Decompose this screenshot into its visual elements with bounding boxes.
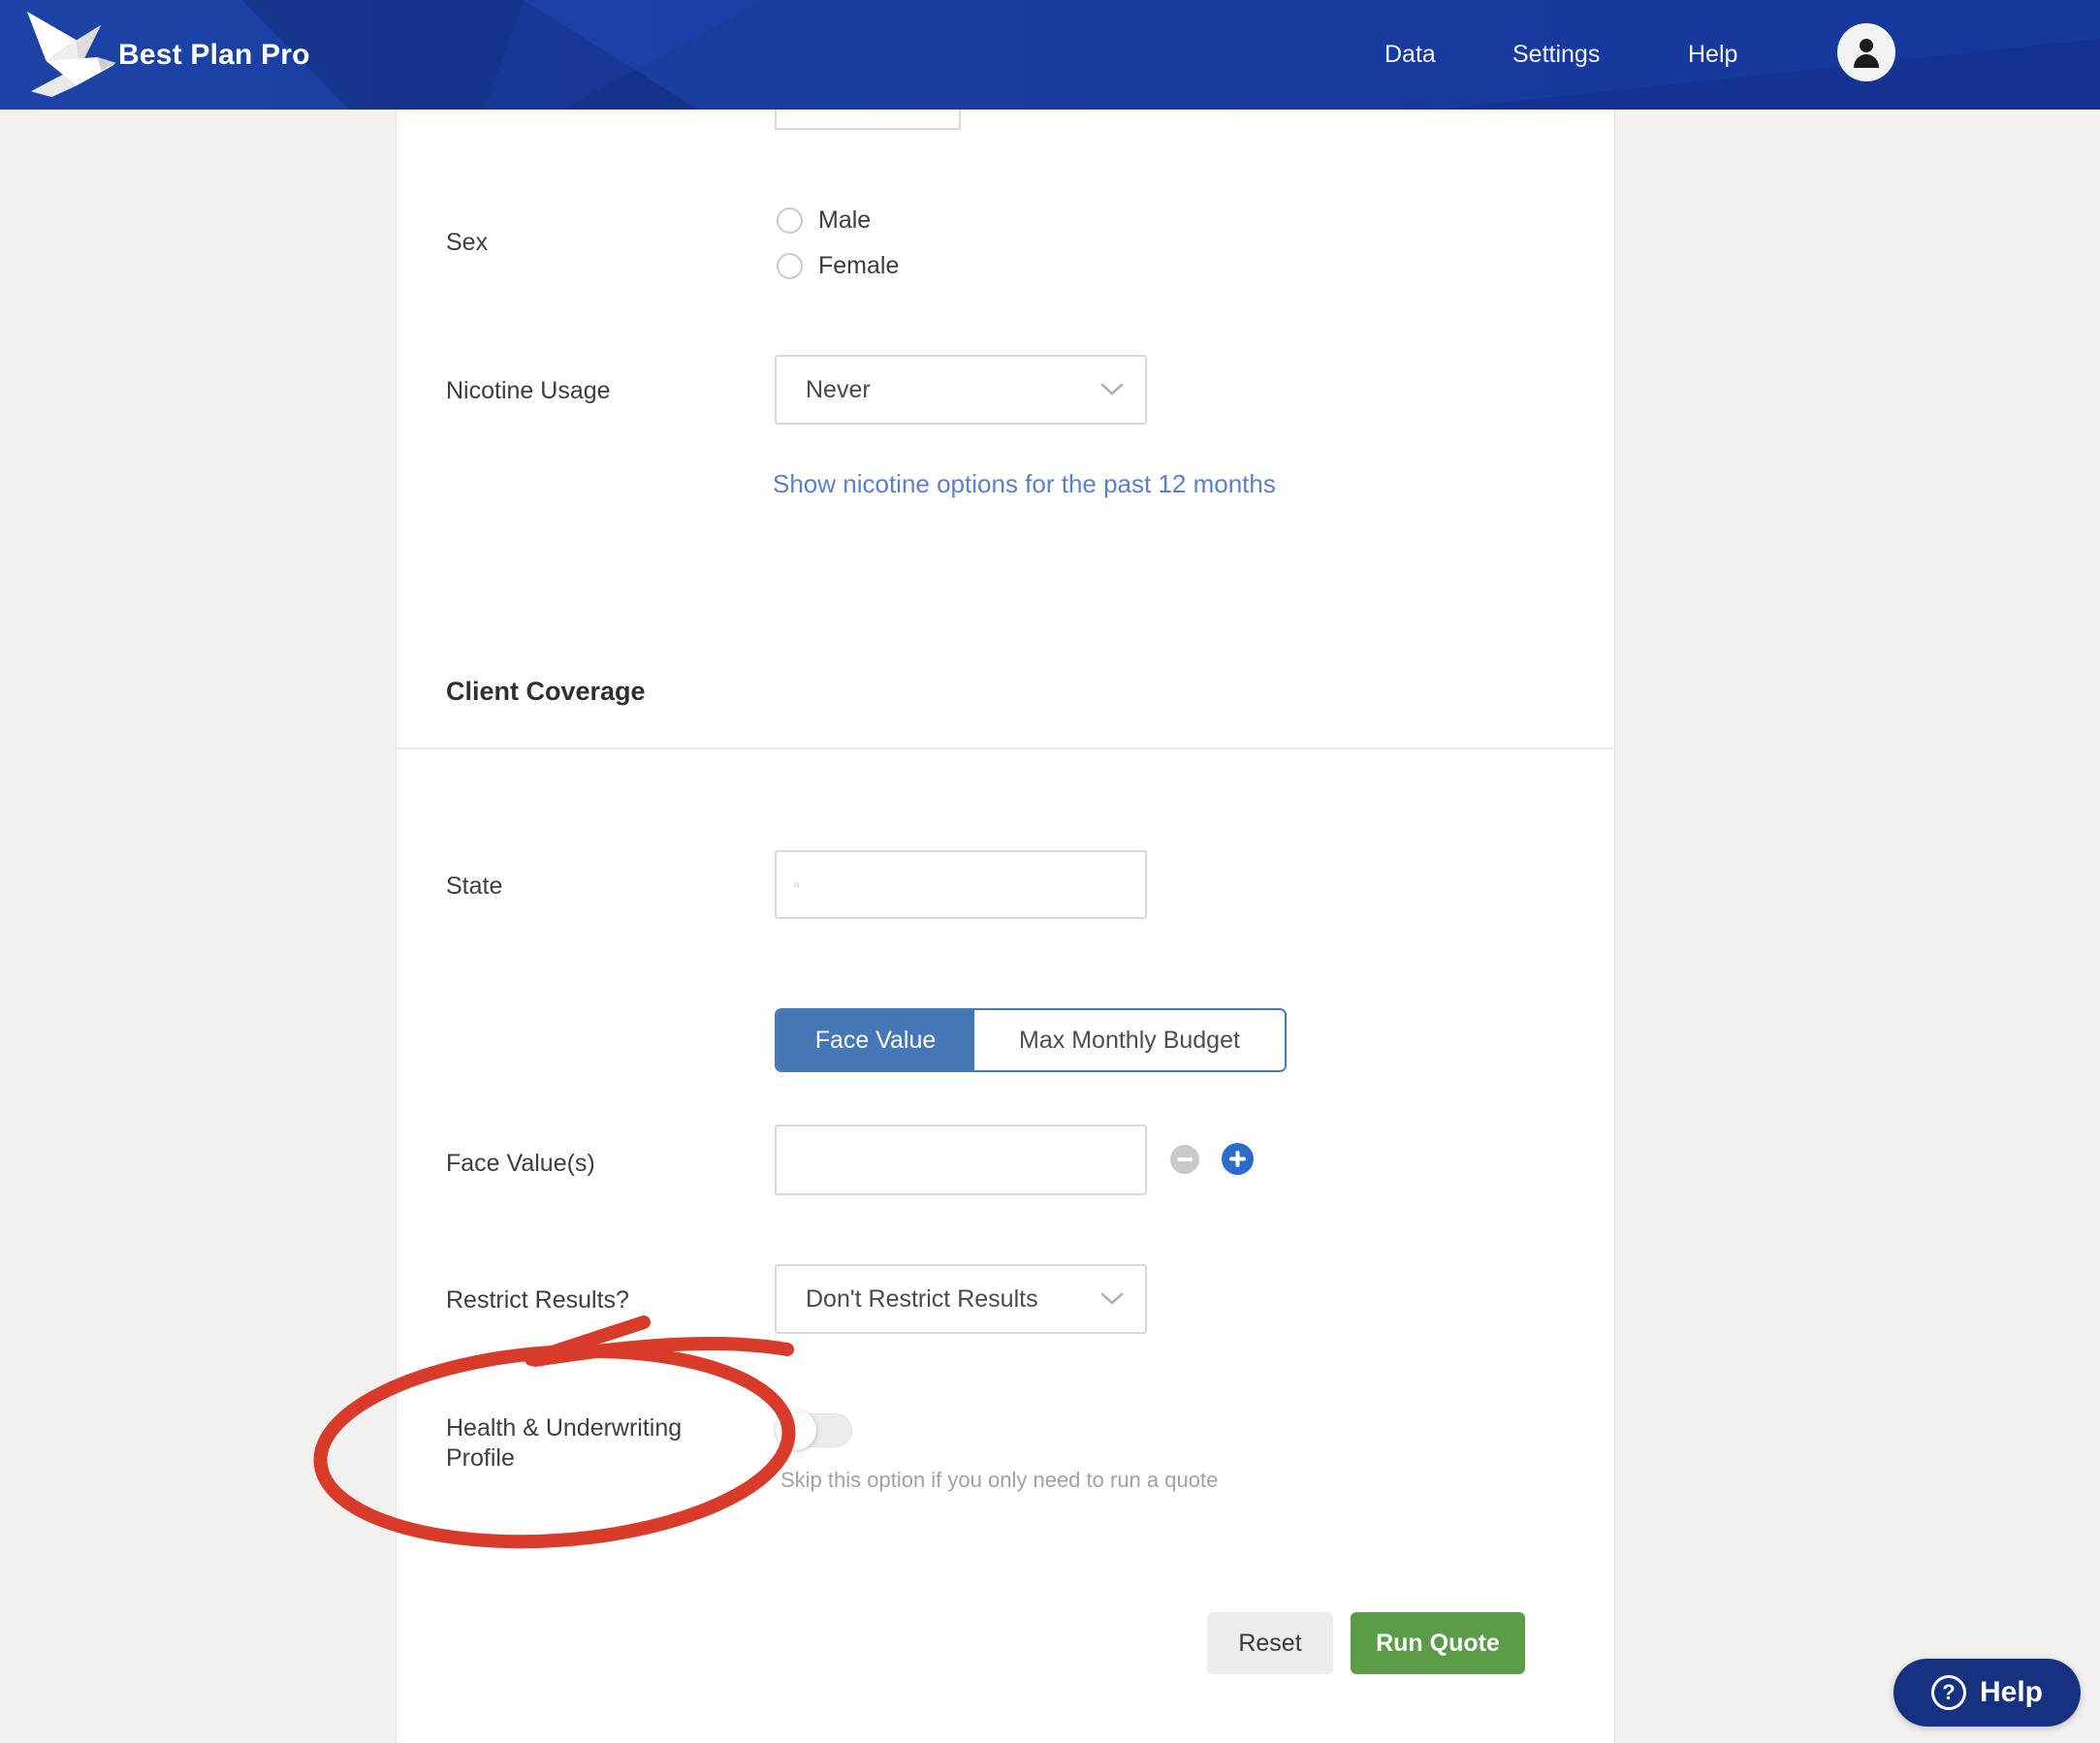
- state-search-field[interactable]: [775, 850, 1147, 919]
- chevron-down-icon: [1100, 1292, 1124, 1305]
- state-label: State: [446, 872, 503, 900]
- nicotine-usage-select[interactable]: Never: [775, 355, 1147, 425]
- reset-button[interactable]: Reset: [1207, 1612, 1333, 1674]
- coverage-mode-tabs: Face Value Max Monthly Budget: [775, 1008, 1287, 1072]
- add-face-value-button[interactable]: [1222, 1143, 1254, 1175]
- toggle-knob[interactable]: [776, 1410, 816, 1450]
- restrict-results-select[interactable]: Don't Restrict Results: [775, 1264, 1147, 1334]
- nav-item-data[interactable]: Data: [1384, 0, 1436, 110]
- nav-item-settings[interactable]: Settings: [1512, 0, 1600, 110]
- partial-input-top[interactable]: [775, 110, 961, 130]
- top-navbar: Best Plan Pro Data Settings Help: [0, 0, 2100, 110]
- nav-item-help[interactable]: Help: [1688, 0, 1737, 110]
- radio-male-icon[interactable]: [777, 207, 803, 234]
- help-button-label: Help: [1979, 1676, 2043, 1708]
- user-avatar-button[interactable]: [1837, 23, 1895, 81]
- sex-option-male[interactable]: Male: [777, 206, 871, 235]
- sex-label: Sex: [446, 229, 489, 256]
- client-coverage-heading: Client Coverage: [446, 677, 646, 706]
- nicotine-usage-value: Never: [806, 375, 871, 403]
- remove-face-value-button[interactable]: [1170, 1145, 1199, 1174]
- section-divider: [397, 747, 1613, 749]
- health-underwriting-label: Health & Underwriting Profile: [446, 1414, 683, 1472]
- plus-icon: [1229, 1151, 1246, 1167]
- nicotine-options-link[interactable]: Show nicotine options for the past 12 mo…: [773, 469, 1276, 499]
- restrict-results-label: Restrict Results?: [446, 1286, 629, 1314]
- origami-bird-logo: [26, 11, 117, 98]
- radio-male-label: Male: [818, 206, 872, 234]
- face-values-label: Face Value(s): [446, 1150, 595, 1177]
- skip-option-hint: Skip this option if you only need to run…: [780, 1468, 1219, 1492]
- floating-help-button[interactable]: ? Help: [1893, 1659, 2081, 1727]
- run-quote-button[interactable]: Run Quote: [1351, 1612, 1525, 1674]
- brand-title: Best Plan Pro: [118, 38, 310, 71]
- search-icon: [794, 881, 800, 888]
- nicotine-usage-label: Nicotine Usage: [446, 377, 611, 404]
- tab-max-monthly-budget[interactable]: Max Monthly Budget: [974, 1010, 1285, 1070]
- user-icon: [1854, 39, 1879, 68]
- face-value-input[interactable]: [775, 1125, 1147, 1195]
- chevron-down-icon: [1100, 383, 1124, 396]
- state-search-input[interactable]: [811, 870, 1128, 900]
- minus-icon: [1177, 1157, 1193, 1161]
- question-mark-icon: ?: [1930, 1675, 1966, 1710]
- navbar-pattern: [242, 0, 2100, 110]
- radio-female-icon[interactable]: [777, 253, 803, 279]
- restrict-results-value: Don't Restrict Results: [806, 1284, 1038, 1313]
- sex-option-female[interactable]: Female: [777, 252, 899, 280]
- tab-face-value[interactable]: Face Value: [777, 1010, 974, 1070]
- radio-female-label: Female: [818, 252, 900, 279]
